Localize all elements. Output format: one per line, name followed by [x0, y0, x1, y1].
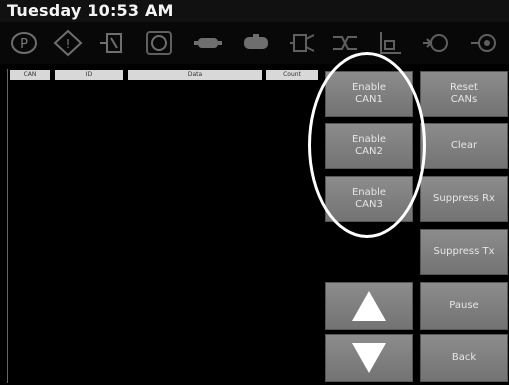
suppress-rx-button[interactable]: Suppress Rx: [420, 176, 508, 222]
can-message-log[interactable]: CAN ID Data Count: [7, 69, 319, 383]
valve-icon[interactable]: [285, 27, 321, 59]
parking-icon-label: P: [20, 37, 28, 52]
warning-icon-label: !: [66, 37, 71, 51]
arrow-up-icon: [352, 291, 386, 321]
icon-toolbar: P !: [0, 22, 509, 64]
parking-icon[interactable]: P: [6, 27, 42, 59]
engine-icon[interactable]: [141, 27, 177, 59]
hydraulic-motor-icon[interactable]: [418, 27, 454, 59]
clear-button[interactable]: Clear: [420, 123, 508, 169]
arrow-down-icon: [352, 343, 386, 373]
log-header: CAN ID Data Count: [8, 69, 319, 81]
column-id: ID: [55, 70, 123, 80]
connector-icon[interactable]: [238, 27, 274, 59]
highlight-ellipse: [308, 52, 426, 238]
back-button[interactable]: Back: [420, 334, 508, 382]
gear-motor-icon[interactable]: [466, 27, 502, 59]
column-data: Data: [128, 70, 262, 80]
column-can: CAN: [10, 70, 50, 80]
column-count: Count: [266, 70, 318, 80]
reset-cans-button[interactable]: Reset CANs: [420, 71, 508, 117]
empty-slot: [324, 232, 416, 279]
power-pack-icon[interactable]: [95, 27, 131, 59]
status-bar: Tuesday 10:53 AM: [0, 0, 509, 22]
suppress-tx-button[interactable]: Suppress Tx: [420, 229, 508, 275]
scroll-up-button[interactable]: [325, 282, 413, 330]
datetime-label: Tuesday 10:53 AM: [7, 1, 174, 20]
pause-button[interactable]: Pause: [420, 282, 508, 330]
scroll-down-button[interactable]: [325, 334, 413, 382]
warning-diamond-icon[interactable]: !: [50, 27, 86, 59]
coupling-icon[interactable]: [190, 27, 226, 59]
